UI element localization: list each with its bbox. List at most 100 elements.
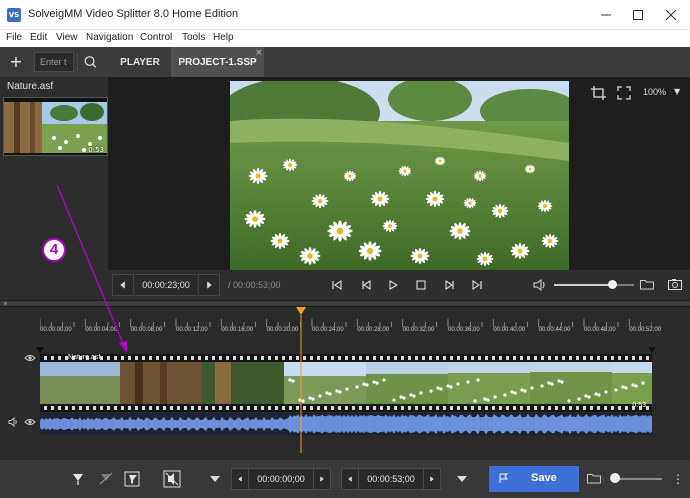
maximize-button[interactable] (624, 4, 652, 26)
speaker-icon[interactable] (8, 417, 18, 427)
add-file-button[interactable]: + (5, 52, 27, 72)
menu-tools[interactable]: Tools (182, 32, 205, 43)
crop-icon[interactable] (588, 83, 610, 103)
menu-view[interactable]: View (56, 32, 78, 43)
file-thumbnail[interactable]: 0:53 (3, 97, 108, 156)
eye-icon[interactable] (24, 353, 36, 363)
ruler-tick-label: 00:00:44;00 (538, 327, 571, 333)
more-options-icon[interactable]: ⋮ (672, 470, 684, 488)
ruler-tick-label: 00:00:40;00 (493, 327, 526, 333)
close-button[interactable] (657, 4, 685, 26)
start-time-decrement[interactable] (231, 468, 249, 490)
play-icon[interactable] (385, 278, 401, 292)
eye-icon[interactable] (24, 417, 36, 427)
panel-splitter[interactable] (0, 300, 690, 307)
selection-end-time[interactable]: 00:00:53;00 (359, 468, 423, 490)
tab-close-icon[interactable]: × (255, 48, 263, 58)
search-icon[interactable] (77, 52, 103, 72)
timeline-zoom-slider[interactable] (616, 478, 662, 480)
ruler-tick-label: 00:00:08;00 (130, 327, 163, 333)
clip-duration: 0:53 (632, 402, 646, 409)
ruler-tick-label: 00:00:28;00 (357, 327, 390, 333)
toolbar: + PLAYER PROJECT-1.SSP × (0, 47, 690, 77)
menu-edit[interactable]: Edit (30, 32, 47, 43)
playhead[interactable] (295, 307, 306, 453)
mute-segment-icon[interactable] (162, 469, 182, 489)
marker-dropdown-icon[interactable] (205, 469, 225, 489)
menu-bar: File Edit View Navigation Control Tools … (0, 30, 690, 47)
timeline-zoom-handle[interactable] (610, 473, 620, 483)
zoom-level[interactable]: 100% (643, 87, 666, 97)
camera-icon[interactable] (667, 277, 683, 291)
video-track-thumbnails (40, 354, 652, 412)
clip-name: Nature.asf (68, 354, 101, 361)
next-frame-button[interactable] (198, 274, 220, 296)
add-marker-icon[interactable] (68, 469, 88, 489)
end-marker-icon[interactable] (648, 347, 656, 353)
file-name-label: Nature.asf (7, 81, 54, 92)
total-duration: / 00:00:53;00 (228, 280, 281, 290)
ruler-tick-label: 00:00:20;00 (266, 327, 299, 333)
current-time[interactable]: 00:00:23;00 (135, 274, 197, 296)
video-preview[interactable] (230, 81, 569, 270)
go-to-end-icon[interactable] (469, 278, 485, 292)
start-time-increment[interactable] (313, 468, 331, 490)
end-time-increment[interactable] (423, 468, 441, 490)
timeline: 00:00:00;00 00:00:04;00 00:00:08;00 00:00:1… (0, 307, 690, 460)
media-library: Nature.asf 0:53 4 (0, 77, 108, 299)
menu-navigation[interactable]: Navigation (86, 32, 133, 43)
step-back-icon[interactable] (359, 278, 375, 292)
ruler-tick-label: 00:00:24;00 (312, 327, 344, 333)
ruler-tick-label: 00:00:48;00 (584, 327, 616, 333)
window-title: SolveigMM Video Splitter 8.0 Home Editio… (28, 8, 239, 20)
output-folder-icon[interactable] (586, 471, 602, 485)
end-marker-dropdown-icon[interactable] (452, 469, 472, 489)
save-button[interactable]: Save (489, 466, 579, 492)
transport-bar: 00:00:23;00 / 00:00:53;00 (108, 270, 690, 300)
audio-waveform (40, 413, 652, 435)
remove-marker-icon[interactable] (96, 469, 116, 489)
menu-file[interactable]: File (6, 32, 22, 43)
menu-control[interactable]: Control (140, 32, 172, 43)
stop-icon[interactable] (413, 278, 429, 292)
save-label: Save (531, 472, 557, 484)
file-duration: 0:53 (88, 146, 104, 154)
minimize-button[interactable] (592, 4, 620, 26)
ruler-tick-label: 00:00:32;00 (402, 327, 435, 333)
ruler-tick-label: 00:00:04;00 (85, 327, 118, 333)
bottom-toolbar: 00:00:00;00 00:00:53;00 Save ⋮ (0, 460, 690, 498)
volume-fill (554, 284, 612, 286)
tab-player[interactable]: PLAYER (110, 47, 170, 77)
step-forward-icon[interactable] (441, 278, 457, 292)
ruler-tick-label: 00:00:36;00 (448, 327, 480, 333)
tab-project[interactable]: PROJECT-1.SSP (171, 47, 264, 77)
annotation-number-marker: 4 (42, 238, 66, 262)
ruler-tick-label: 00:00:12;00 (176, 327, 208, 333)
title-bar: VS SolveigMM Video Splitter 8.0 Home Edi… (0, 0, 690, 30)
end-time-decrement[interactable] (341, 468, 359, 490)
selection-start-time[interactable]: 00:00:00;00 (249, 468, 313, 490)
volume-slider-handle[interactable] (607, 280, 617, 289)
zoom-dropdown-icon[interactable]: ▼ (674, 87, 680, 96)
menu-help[interactable]: Help (213, 32, 234, 43)
prev-frame-button[interactable] (112, 274, 134, 296)
go-to-start-icon[interactable] (329, 278, 345, 292)
fullscreen-icon[interactable] (613, 83, 635, 103)
filter-selection-icon[interactable] (122, 469, 142, 489)
audio-track[interactable] (40, 413, 652, 435)
ruler-tick-label: 00:00:52;00 (629, 327, 662, 333)
search-input[interactable] (34, 52, 74, 72)
ruler-tick-label: 00:00:16;00 (221, 327, 254, 333)
app-window: VS SolveigMM Video Splitter 8.0 Home Edi… (0, 0, 690, 498)
ruler-tick-label: 00:00:00;00 (40, 327, 72, 333)
video-player: 100% ▼ (108, 77, 690, 270)
start-marker-icon[interactable] (36, 347, 44, 353)
save-flag-icon (499, 473, 509, 483)
video-track[interactable]: Nature.asf 0:53 (40, 354, 652, 412)
video-frame-image (230, 81, 569, 270)
splitter-grip[interactable] (4, 302, 7, 305)
volume-icon[interactable] (532, 278, 548, 292)
app-icon: VS (7, 8, 21, 22)
volume-slider[interactable] (554, 284, 634, 286)
folder-icon[interactable] (639, 277, 655, 291)
